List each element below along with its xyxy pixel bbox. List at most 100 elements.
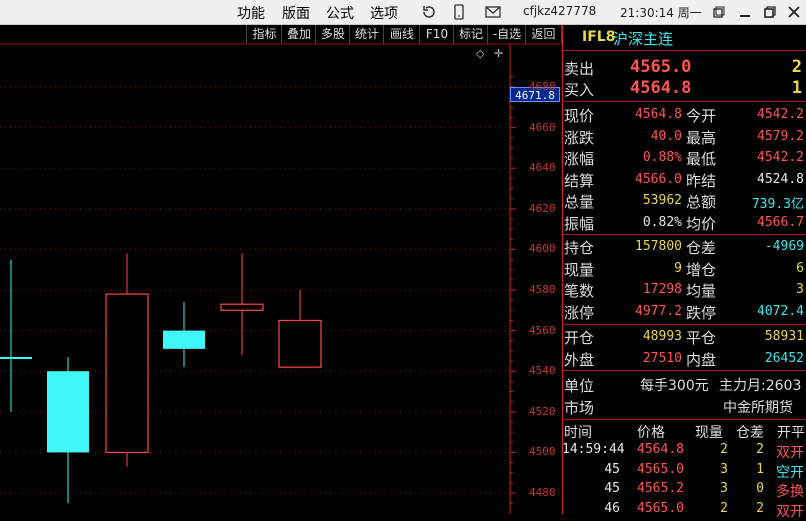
menu-options[interactable]: 选项 xyxy=(370,3,398,23)
maximize-icon[interactable] xyxy=(759,2,781,22)
minimize-icon[interactable] xyxy=(734,2,756,22)
field-label: 最低 xyxy=(686,150,717,168)
field-label: 涨跌 xyxy=(564,128,595,147)
field-label: 跌停 xyxy=(686,303,717,322)
field-label: 昨结 xyxy=(686,171,717,190)
refresh-icon[interactable] xyxy=(420,3,438,21)
field-value: 739.3亿 xyxy=(751,197,804,212)
user-id: cfjkz427778 xyxy=(523,4,597,18)
tick-header-type: 开平 xyxy=(777,425,805,441)
divider xyxy=(562,101,806,102)
tick-header-time: 时间 xyxy=(564,425,592,441)
unit-value: 每手300元 xyxy=(640,378,709,394)
field-label: 结算 xyxy=(564,171,595,190)
watchlist-button[interactable]: -自选 xyxy=(487,25,526,44)
field-value: -4969 xyxy=(764,239,804,254)
diamond-icon[interactable]: ◇ xyxy=(476,47,484,60)
multi-stock-button[interactable]: 多股 xyxy=(315,25,350,44)
tick-time: 45 xyxy=(604,481,620,496)
buy-label: 买入 xyxy=(564,81,595,99)
candle-body xyxy=(220,303,264,311)
axis-label: 4520 xyxy=(529,404,556,418)
phone-icon[interactable] xyxy=(450,3,468,21)
indicator-button[interactable]: 指标 xyxy=(246,25,282,44)
field-label: 笔数 xyxy=(564,282,595,300)
axis-label: 4480 xyxy=(529,486,556,499)
tick-volume: 3 xyxy=(720,461,728,477)
sell-label: 卖出 xyxy=(564,60,595,78)
field-label: 仓差 xyxy=(686,239,717,257)
tick-type: 双开 xyxy=(776,445,804,461)
contract-name: 沪深主连 xyxy=(613,30,674,48)
kline-svg xyxy=(0,43,561,514)
tick-type: 多换 xyxy=(776,484,804,500)
sell-price: 4565.0 xyxy=(630,57,692,77)
buy-price: 4564.8 xyxy=(630,78,692,98)
field-value: 3 xyxy=(796,282,804,297)
restore-small-icon[interactable] xyxy=(708,2,730,22)
close-icon[interactable] xyxy=(783,2,805,22)
tick-price: 4565.0 xyxy=(637,500,684,516)
overlay-button[interactable]: 叠加 xyxy=(281,25,316,44)
axis-label: 4540 xyxy=(529,364,556,378)
tick-price: 4565.0 xyxy=(637,461,684,477)
menu-formula[interactable]: 公式 xyxy=(326,3,354,23)
field-value: 4566.7 xyxy=(757,214,804,230)
tick-time: 14:59:44 xyxy=(562,442,625,457)
field-label: 均量 xyxy=(686,282,717,300)
title-bar: 功能 版面 公式 选项 cfjkz427778 21:30:14 周一 xyxy=(0,0,806,25)
field-label: 外盘 xyxy=(564,350,595,369)
menu-layout[interactable]: 版面 xyxy=(282,3,310,23)
tick-header-oi: 仓差 xyxy=(736,425,764,441)
field-value: 27510 xyxy=(642,350,682,366)
field-label: 总量 xyxy=(564,193,595,211)
tick-type: 双开 xyxy=(776,503,804,520)
divider xyxy=(562,324,806,325)
tick-volume: 2 xyxy=(720,500,728,516)
tick-oi: 2 xyxy=(756,500,764,516)
back-button[interactable]: 返回 xyxy=(525,25,562,44)
candle-body xyxy=(105,293,149,453)
field-label: 持仓 xyxy=(564,239,595,257)
field-value: 4072.4 xyxy=(757,303,804,319)
field-label: 涨停 xyxy=(564,303,595,322)
tick-header-volume: 现量 xyxy=(695,425,723,441)
divider xyxy=(562,370,806,371)
tick-volume: 2 xyxy=(720,442,728,457)
field-label: 增仓 xyxy=(686,260,717,279)
field-value: 157800 xyxy=(635,239,682,254)
menu-function[interactable]: 功能 xyxy=(237,3,265,23)
mark-button[interactable]: 标记 xyxy=(453,25,488,44)
field-value: 4977.2 xyxy=(635,303,682,319)
draw-line-button[interactable]: 画线 xyxy=(383,25,420,44)
axis-label: 4580 xyxy=(529,283,556,296)
field-value: 6 xyxy=(796,260,804,276)
field-label: 振幅 xyxy=(564,214,595,233)
field-value: 26452 xyxy=(764,350,804,366)
field-value: 58931 xyxy=(764,329,804,344)
kline-chart[interactable] xyxy=(0,25,561,514)
axis-label: 4600 xyxy=(529,242,556,256)
field-label: 涨幅 xyxy=(564,150,595,168)
market-value: 中金所期货 xyxy=(723,400,793,416)
field-value: 4524.8 xyxy=(757,171,804,187)
statistics-button[interactable]: 统计 xyxy=(349,25,384,44)
tick-time: 45 xyxy=(604,461,620,477)
field-value: 48993 xyxy=(642,329,682,344)
field-label: 开仓 xyxy=(564,329,595,347)
candle-body xyxy=(47,371,89,453)
unit-label: 单位 xyxy=(564,377,595,395)
field-value: 53962 xyxy=(642,193,682,208)
axis-label: 4660 xyxy=(529,120,556,134)
axis-label: 4680 xyxy=(529,80,556,93)
buy-volume: 1 xyxy=(791,78,802,98)
field-label: 均价 xyxy=(686,214,717,233)
plus-icon[interactable]: ✛ xyxy=(494,47,503,60)
tick-header-price: 价格 xyxy=(637,425,665,441)
field-value: 0.82% xyxy=(642,214,682,230)
mail-icon[interactable] xyxy=(484,3,502,21)
tick-price: 4564.8 xyxy=(637,442,684,457)
f10-button[interactable]: F10 xyxy=(419,25,454,44)
axis-label: 4500 xyxy=(529,445,556,459)
tick-volume: 3 xyxy=(720,481,728,496)
